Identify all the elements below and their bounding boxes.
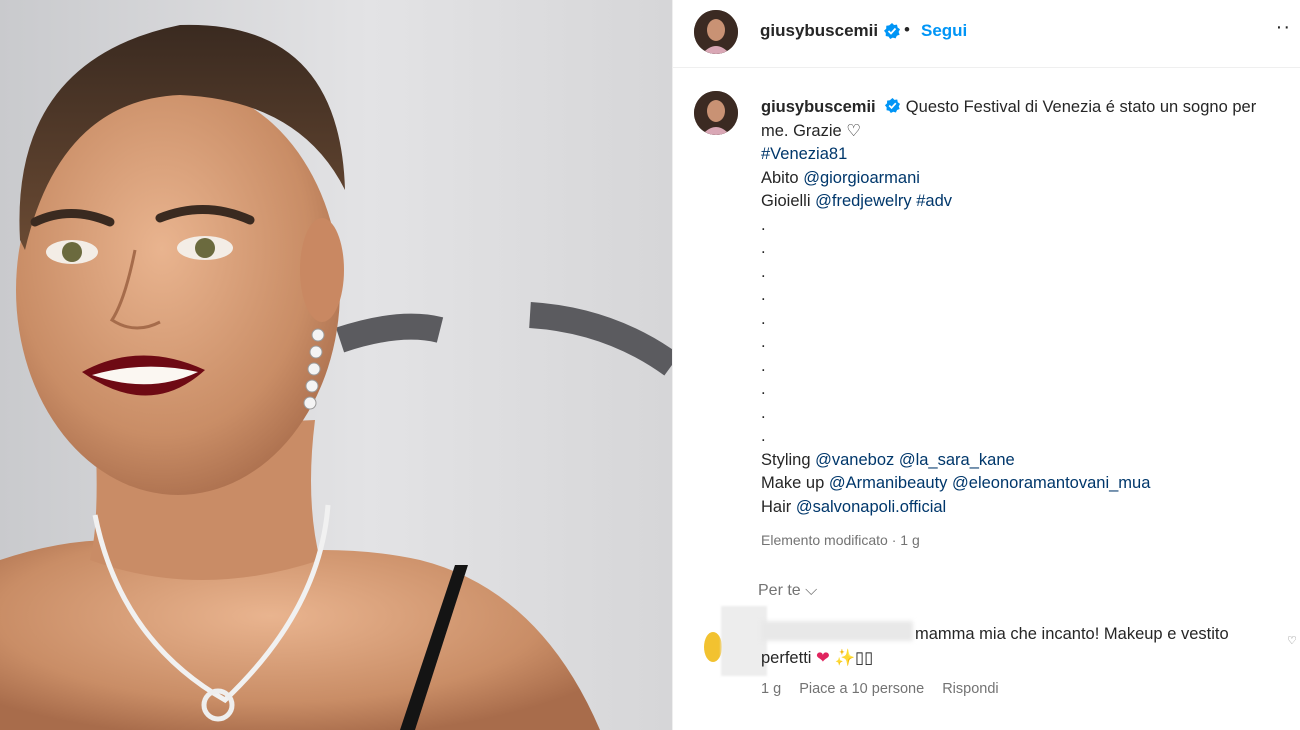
gioielli-label: Gioielli xyxy=(761,192,816,210)
mention-link[interactable]: @vaneboz xyxy=(815,451,894,469)
verified-badge-icon xyxy=(884,23,900,39)
avatar-image xyxy=(694,91,738,135)
caption-dot: . xyxy=(761,215,766,234)
caption-dot: . xyxy=(761,333,766,351)
mention-link[interactable]: @salvonapoli.official xyxy=(796,498,946,516)
post-image xyxy=(0,0,672,730)
caption-dot: . xyxy=(761,356,766,375)
caption-avatar[interactable] xyxy=(694,91,738,135)
mention-link[interactable]: @la_sara_kane xyxy=(899,451,1015,469)
edited-timestamp: Elemento modificato · 1 g xyxy=(761,532,920,548)
reply-button[interactable]: Rispondi xyxy=(942,681,998,697)
caption-dot: . xyxy=(761,286,766,304)
caption-dot: . xyxy=(761,380,766,398)
caption-dot: . xyxy=(761,403,766,422)
mention-link[interactable]: @fredjewelry xyxy=(815,192,912,210)
mention-link[interactable]: @giorgioarmani xyxy=(803,169,920,187)
story-ring xyxy=(704,632,722,662)
more-options-icon[interactable]: ·· xyxy=(1276,16,1291,39)
hair-label: Hair xyxy=(761,497,796,516)
red-heart-emoji-icon: ❤ xyxy=(816,649,830,667)
comment-text-1: mamma mia che incanto! Makeup e vestito xyxy=(915,625,1229,643)
abito-label: Abito xyxy=(761,168,804,187)
caption-dot: . xyxy=(761,309,766,328)
comment-text-2: perfetti xyxy=(761,649,817,667)
mention-link[interactable]: @Armanibeauty xyxy=(829,474,948,492)
author-username[interactable]: giusybuscemii xyxy=(760,21,878,41)
caption-text-2: me. Grazie xyxy=(761,121,847,140)
comment-text: mamma mia che incanto! Makeup e vestito … xyxy=(761,622,1281,670)
mention-link[interactable]: @eleonoramantovani_mua xyxy=(952,474,1150,492)
post-caption: giusybuscemii Questo Festival di Venezia… xyxy=(761,96,1296,519)
caption-text-1: Questo Festival di Venezia é stato un so… xyxy=(901,98,1257,116)
like-comment-icon[interactable]: ♡ xyxy=(1287,634,1297,647)
heart-icon: ♡ xyxy=(846,121,862,140)
sparkles-emoji-icon: ✨▯▯ xyxy=(834,649,874,667)
header-separator: • xyxy=(904,20,910,39)
post-header: giusybuscemii • Segui ·· xyxy=(673,0,1300,68)
comment-item: eleonoramantova mamma mia che incanto! M… xyxy=(689,606,1300,716)
post-sidebar: giusybuscemii • Segui ·· giusybuscemii Q… xyxy=(672,0,1300,730)
verified-badge-icon xyxy=(885,97,901,114)
comment-likes[interactable]: Piace a 10 persone xyxy=(799,681,924,697)
comment-meta: 1 g Piace a 10 persone Rispondi xyxy=(761,681,1013,697)
hashtag-link[interactable]: #Venezia81 xyxy=(761,145,847,163)
hashtag-link[interactable]: #adv xyxy=(916,192,952,210)
caption-dot: . xyxy=(761,262,766,281)
caption-username[interactable]: giusybuscemii xyxy=(761,98,876,116)
author-avatar[interactable] xyxy=(694,10,738,54)
styling-label: Styling xyxy=(761,450,816,469)
comment-time: 1 g xyxy=(761,681,782,697)
caption-dot: . xyxy=(761,239,766,257)
caption-dot: . xyxy=(761,427,766,445)
follow-button[interactable]: Segui xyxy=(921,21,967,41)
for-you-sort-dropdown[interactable]: Per te ⌵ xyxy=(758,582,817,600)
post-photo[interactable] xyxy=(0,0,672,730)
makeup-label: Make up xyxy=(761,474,829,492)
avatar-image xyxy=(694,10,738,54)
